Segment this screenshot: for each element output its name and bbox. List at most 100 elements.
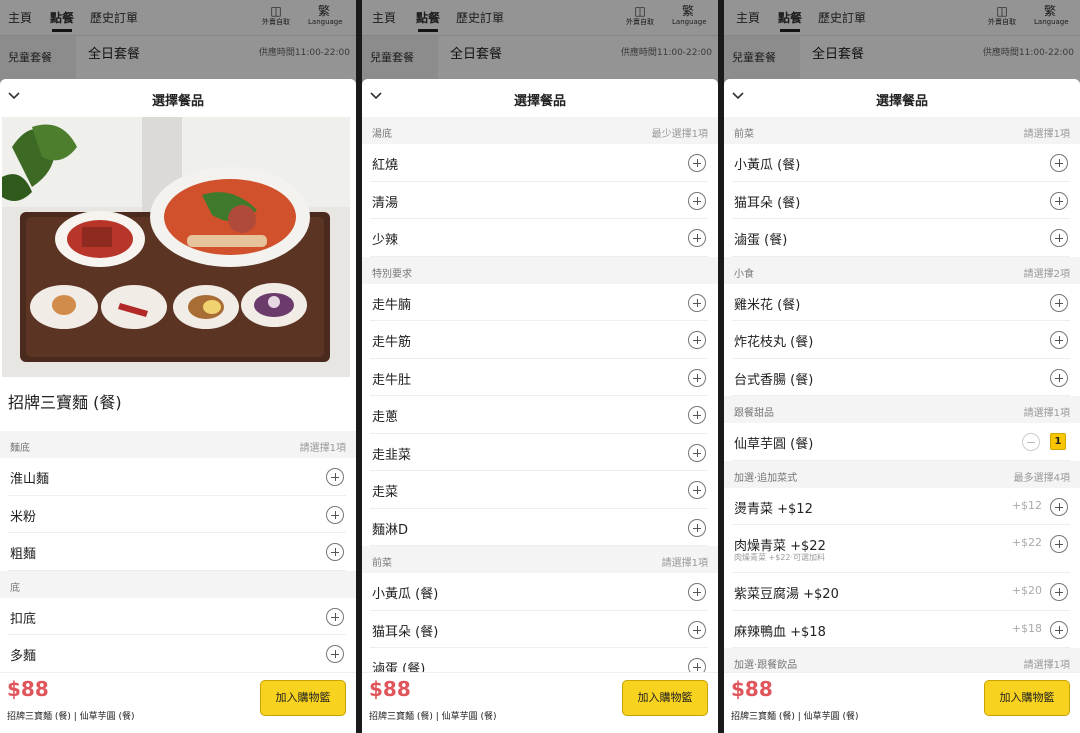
- sheet-body[interactable]: 前菜 請選擇1項 小黃瓜 (餐) 猫耳朵 (餐) 滷蛋 (餐) 小食 請選擇2項雞米花 (餐…: [724, 117, 1080, 672]
- option-row[interactable]: 雞米花 (餐): [732, 284, 1070, 321]
- sheet-body[interactable]: 招牌三寶麵 (餐) 麵底 請選擇1項 淮山麵 米粉 粗麵底扣底 多麵: [0, 117, 356, 672]
- option-row[interactable]: 麵淋D: [370, 509, 708, 546]
- plus-circle-icon[interactable]: [688, 518, 706, 537]
- option-row[interactable]: 麻辣鴨血 +$18 +$18: [732, 611, 1070, 648]
- option-row[interactable]: 少辣: [370, 219, 708, 257]
- sheet-body[interactable]: 湯底 最少選擇1項 紅燒 清湯 少辣 特別要求 走牛腩 走牛筋 走牛肚 走蔥 走韭菜 走菜 麵淋D 前菜 請…: [362, 117, 718, 672]
- option-group-rule: 請選擇1項: [1023, 660, 1070, 671]
- option-note: 肉燥青菜 +$22·可選加料: [734, 553, 826, 562]
- dish-photo: [2, 117, 350, 377]
- option-row[interactable]: 走蔥: [370, 396, 708, 434]
- option-price: +$12: [1011, 498, 1042, 512]
- option-row[interactable]: 粗麵: [8, 533, 346, 571]
- option-name: 多麵: [10, 649, 37, 664]
- option-name: 仙草芋圓 (餐): [734, 437, 814, 452]
- plus-circle-icon[interactable]: [688, 658, 706, 672]
- plus-circle-icon[interactable]: [326, 607, 344, 626]
- option-group-title: 加選·跟餐飲品: [734, 660, 798, 671]
- plus-circle-icon[interactable]: [688, 154, 706, 172]
- option-row[interactable]: 仙草芋圓 (餐) 1: [732, 423, 1070, 461]
- plus-circle-icon[interactable]: [1050, 293, 1068, 312]
- option-name: 扣底: [10, 611, 37, 627]
- sheet-footer: $88 招牌三寶麵 (餐) | 仙草芋圓 (餐) 加入購物籃: [724, 672, 1080, 733]
- option-group-title: 底: [10, 582, 20, 594]
- plus-circle-icon[interactable]: [688, 368, 706, 387]
- option-row[interactable]: 走牛筋: [370, 321, 708, 359]
- option-group-title: 小食: [734, 268, 754, 280]
- sheet-footer: $88 招牌三寶麵 (餐) | 仙草芋圓 (餐) 加入購物籃: [362, 672, 718, 733]
- option-group-title: 麵底: [10, 443, 30, 454]
- plus-circle-icon[interactable]: [326, 468, 344, 486]
- option-row[interactable]: 肉燥青菜 +$22 肉燥青菜 +$22·可選加料 +$22: [732, 525, 1070, 573]
- option-row[interactable]: 扣底: [8, 598, 346, 635]
- option-row[interactable]: 淮山麵: [8, 458, 346, 496]
- plus-circle-icon[interactable]: [688, 191, 706, 210]
- plus-circle-icon[interactable]: [326, 645, 344, 663]
- plus-circle-icon[interactable]: [1050, 154, 1068, 172]
- option-group-rule: 最多選擇4項: [1013, 472, 1070, 484]
- option-group-header: 底: [0, 570, 356, 598]
- plus-circle-icon[interactable]: [1050, 368, 1068, 387]
- option-name: 滷蛋 (餐): [372, 662, 426, 672]
- option-row[interactable]: 米粉: [8, 496, 346, 533]
- plus-circle-icon[interactable]: [688, 443, 706, 462]
- option-row[interactable]: 滷蛋 (餐): [732, 219, 1070, 257]
- option-row[interactable]: 清湯: [370, 182, 708, 219]
- option-row[interactable]: 猫耳朵 (餐): [370, 611, 708, 648]
- plus-circle-icon[interactable]: [1050, 535, 1068, 553]
- sheet-title: 選擇餐品: [875, 94, 928, 109]
- option-row[interactable]: 紅燒: [370, 144, 708, 182]
- option-group-header: 加選·跟餐飲品 請選擇1項: [724, 648, 1080, 672]
- option-name: 走菜: [372, 485, 399, 500]
- option-group-rule: 請選擇1項: [1023, 408, 1070, 419]
- plus-circle-icon[interactable]: [688, 229, 706, 247]
- select-item-sheet: 選擇餐品 前菜 請選擇1項 小黃瓜 (餐) 猫耳朵 (餐) 滷蛋 (餐) 小食 請選擇2項雞…: [724, 79, 1080, 733]
- option-row[interactable]: 走牛腩: [370, 284, 708, 321]
- option-row[interactable]: 燙青菜 +$12 +$12: [732, 488, 1070, 525]
- plus-circle-icon[interactable]: [1050, 191, 1068, 210]
- plus-circle-icon[interactable]: [1050, 620, 1068, 639]
- screenshot-panel-1: 主頁 點餐 歷史訂單 ◫ 外賣自取 繁 Language 兒童套餐 全日套餐 供應時…: [0, 0, 356, 733]
- option-row[interactable]: 多麵: [8, 635, 346, 672]
- option-row[interactable]: 小黃瓜 (餐): [732, 144, 1070, 182]
- add-to-cart-button[interactable]: 加入購物籃: [622, 680, 708, 716]
- option-row[interactable]: 滷蛋 (餐): [370, 648, 708, 672]
- minus-circle-icon[interactable]: [1022, 433, 1040, 451]
- selection-summary: 招牌三寶麵 (餐) | 仙草芋圓 (餐): [731, 712, 859, 722]
- option-row[interactable]: 走菜: [370, 471, 708, 509]
- option-group-header: 加選·追加菜式 最多選擇4項: [724, 460, 1080, 488]
- option-row[interactable]: 走韭菜: [370, 434, 708, 471]
- option-row[interactable]: 走牛肚: [370, 359, 708, 396]
- option-group-title: 前菜: [372, 558, 392, 569]
- plus-circle-icon[interactable]: [1050, 331, 1068, 349]
- plus-circle-icon[interactable]: [688, 331, 706, 349]
- option-group-header: 前菜 請選擇1項: [724, 117, 1080, 144]
- total-price: $88: [731, 677, 773, 701]
- plus-circle-icon[interactable]: [688, 481, 706, 499]
- plus-circle-icon[interactable]: [326, 505, 344, 524]
- option-group-rule: 請選擇1項: [661, 558, 708, 569]
- dish-name: 招牌三寶麵 (餐): [8, 393, 122, 412]
- plus-circle-icon[interactable]: [688, 293, 706, 312]
- option-row[interactable]: 猫耳朵 (餐): [732, 182, 1070, 219]
- option-group-title: 跟餐甜品: [734, 408, 774, 419]
- plus-circle-icon[interactable]: [1050, 583, 1068, 601]
- option-row[interactable]: 台式香腸 (餐): [732, 359, 1070, 396]
- option-name: 麻辣鴨血 +$18: [734, 624, 826, 640]
- total-price: $88: [369, 677, 411, 701]
- option-row[interactable]: 紫菜豆腐湯 +$20 +$20: [732, 573, 1070, 611]
- option-group-rule: 請選擇2項: [1023, 268, 1070, 280]
- sheet-title: 選擇餐品: [513, 94, 566, 109]
- plus-circle-icon[interactable]: [1050, 497, 1068, 516]
- plus-circle-icon[interactable]: [688, 620, 706, 639]
- add-to-cart-button[interactable]: 加入購物籃: [984, 680, 1070, 716]
- option-row[interactable]: 炸花枝丸 (餐): [732, 321, 1070, 359]
- plus-circle-icon[interactable]: [326, 543, 344, 561]
- plus-circle-icon[interactable]: [688, 406, 706, 424]
- option-group-header: 湯底 最少選擇1項: [362, 117, 718, 144]
- plus-circle-icon[interactable]: [1050, 229, 1068, 247]
- add-to-cart-button[interactable]: 加入購物籃: [260, 680, 346, 716]
- option-row[interactable]: 小黃瓜 (餐): [370, 573, 708, 611]
- sheet-title: 選擇餐品: [151, 94, 204, 109]
- plus-circle-icon[interactable]: [688, 583, 706, 601]
